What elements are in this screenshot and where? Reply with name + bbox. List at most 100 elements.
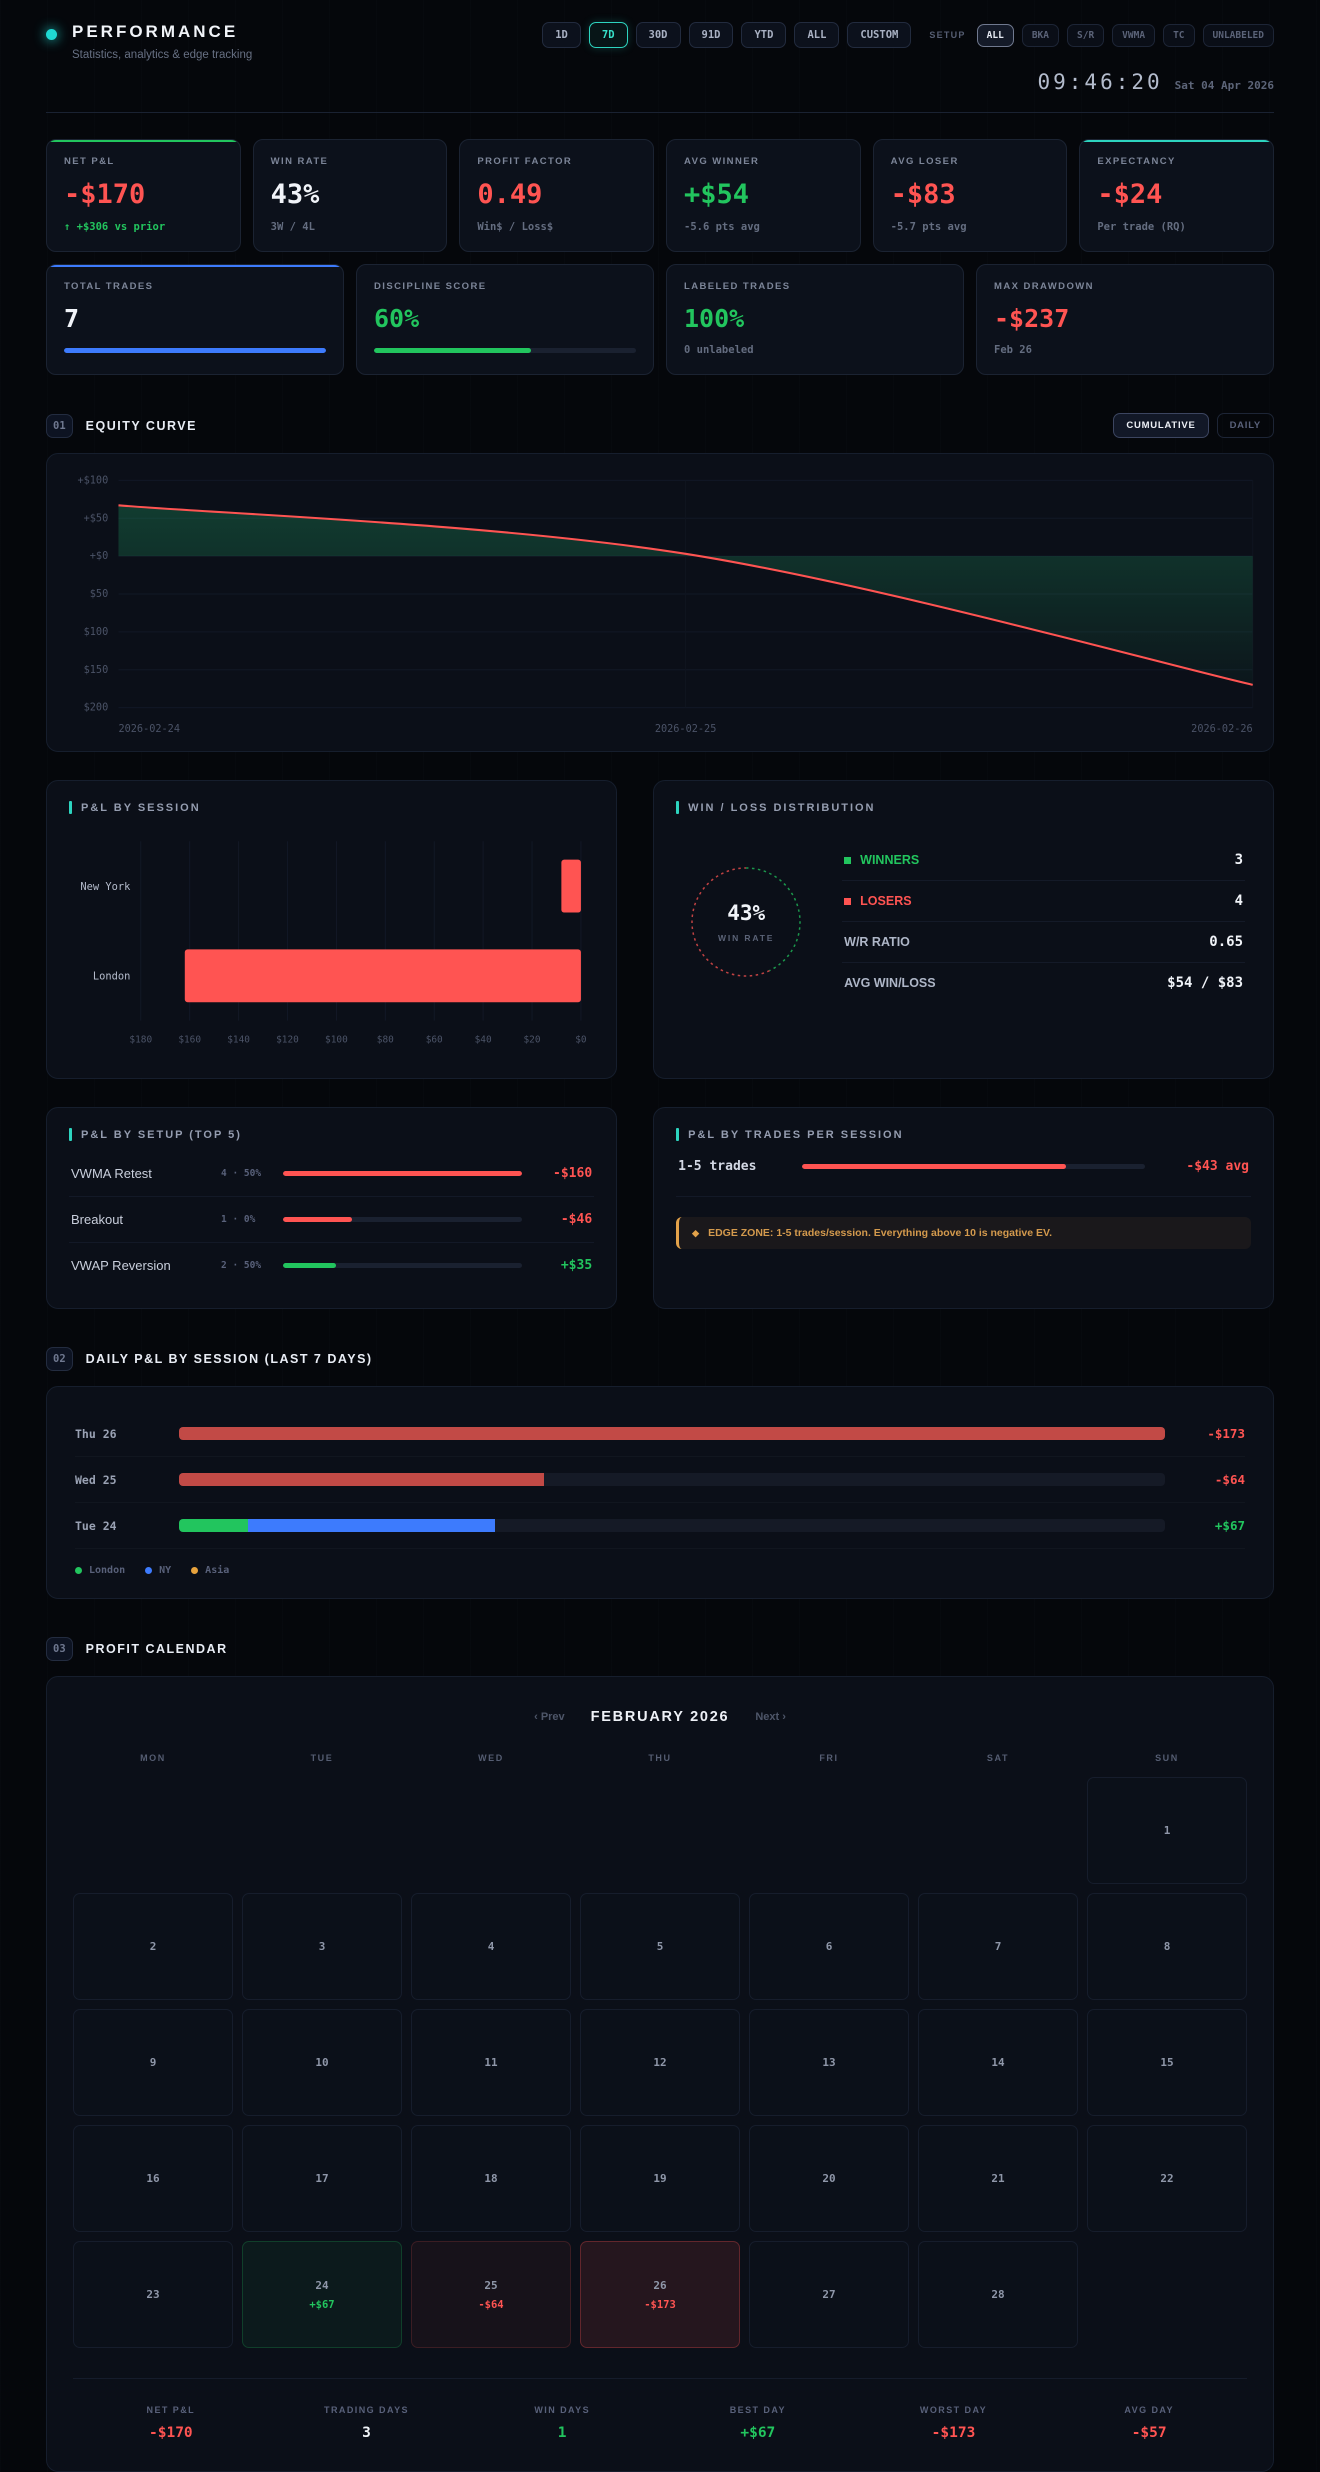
session-legend: London NY Asia [75,1549,1245,1582]
calendar-day-7[interactable]: 7 [918,1893,1078,2001]
calendar-day-27[interactable]: 27 [749,2241,909,2349]
kpi-sub: Feb 26 [994,344,1032,356]
summary-value: +$67 [740,2425,776,2442]
header-divider [46,112,1274,113]
day-number: 25 [484,2278,498,2292]
edge-zone-text: EDGE ZONE: 1-5 trades/session. Everythin… [708,1227,1052,1240]
next-month-button[interactable]: Next › [755,1711,786,1723]
calendar-day-6[interactable]: 6 [749,1893,909,2001]
kpi-value: 43% [270,179,320,210]
tps-bar [802,1164,1145,1170]
setup-meta: 2 · 50% [221,1260,262,1272]
toggle-daily-button[interactable]: DAILY [1216,413,1274,438]
kpi-label: DISCIPLINE SCORE [374,281,487,292]
calendar-day-23[interactable]: 23 [73,2241,233,2349]
calendar-day-14[interactable]: 14 [918,2009,1078,2117]
summary-label: TRADING DAYS [324,2405,409,2416]
kpi-sub: 3W / 4L [270,221,315,233]
calendar-day-9[interactable]: 9 [73,2009,233,2117]
calendar-day-15[interactable]: 15 [1087,2009,1247,2117]
calendar-month-title: FEBRUARY 2026 [590,1709,730,1726]
setup-pnl: -$46 [560,1212,593,1228]
setup-all-button[interactable]: ALL [976,23,1014,47]
equity-view-toggle: CUMULATIVE DAILY [1113,413,1274,438]
summary-value: -$173 [931,2425,976,2442]
stat-row-winners: WINNERS 3 [842,840,1245,882]
calendar-day-4[interactable]: 4 [411,1893,571,2001]
calendar-day-28[interactable]: 28 [918,2241,1078,2349]
summary-label: NET P&L [146,2405,196,2416]
setup-vwma-button[interactable]: VWMA [1112,23,1156,47]
day-pnl: -$173 [644,2298,676,2311]
weekday-label: THU [648,1753,672,1764]
svg-text:$150: $150 [84,665,109,676]
calendar-day-20[interactable]: 20 [749,2125,909,2233]
daily-label: Thu 26 [75,1426,117,1441]
setup-rows: VWMA Retest 4 · 50% -$160 Breakout 1 · 0… [69,1151,595,1288]
panel-title: P&L BY SESSION [69,801,594,815]
accent-bar-icon [69,801,72,815]
day-number: 19 [653,2172,667,2186]
kpi-row-1: NET P&L -$170 ↑ +$306 vs prior WIN RATE … [46,139,1274,252]
prev-month-button[interactable]: ‹ Prev [534,1711,565,1723]
calendar-day-12[interactable]: 12 [580,2009,740,2117]
legend-item-ny: NY [145,1565,171,1576]
weekday-label: FRI [819,1753,839,1764]
calendar-day-3[interactable]: 3 [242,1893,402,2001]
clock: 09:46:20 [1037,70,1163,94]
calendar-empty-cell [73,1777,233,1884]
toggle-cumulative-button[interactable]: CUMULATIVE [1113,413,1209,438]
range-1d-button[interactable]: 1D [542,22,581,48]
calendar-day-24[interactable]: 24 +$67 [242,2241,402,2349]
calendar-day-26[interactable]: 26 -$173 [580,2241,740,2349]
legend-square-icon [844,897,852,905]
kpi-card-avg-winner: AVG WINNER +$54 -5.6 pts avg [666,139,861,252]
calendar-day-8[interactable]: 8 [1087,1893,1247,2001]
calendar-day-11[interactable]: 11 [411,2009,571,2117]
stat-value: $54 / $83 [1167,975,1243,992]
calendar-day-21[interactable]: 21 [918,2125,1078,2233]
bar-segment-loss [179,1473,544,1487]
setup-tc-button[interactable]: TC [1163,23,1195,47]
range-91d-button[interactable]: 91D [688,22,734,48]
kpi-card-discipline-score: DISCIPLINE SCORE 60% [356,264,654,375]
setup-bka-button[interactable]: BKA [1021,23,1059,47]
day-pnl: -$64 [478,2298,504,2311]
svg-text:$40: $40 [475,1035,492,1046]
setup-s-r-button[interactable]: S/R [1067,23,1105,47]
kpi-value: -$170 [64,179,146,210]
calendar-day-25[interactable]: 25 -$64 [411,2241,571,2349]
calendar-day-5[interactable]: 5 [580,1893,740,2001]
setup-unlabeled-button[interactable]: UNLABELED [1202,23,1274,47]
bar-segment-ny [248,1519,495,1533]
kpi-label: EXPECTANCY [1097,156,1176,167]
stat-row-w-r-ratio: W/R RATIO 0.65 [842,922,1245,964]
calendar-day-18[interactable]: 18 [411,2125,571,2233]
calendar-day-10[interactable]: 10 [242,2009,402,2117]
range-custom-button[interactable]: CUSTOM [847,22,912,48]
kpi-value: -$237 [994,304,1070,333]
daily-value: -$64 [1214,1472,1245,1488]
calendar-day-1[interactable]: 1 [1087,1777,1247,1885]
calendar-day-22[interactable]: 22 [1087,2125,1247,2233]
calendar-day-17[interactable]: 17 [242,2125,402,2233]
calendar-day-13[interactable]: 13 [749,2009,909,2117]
weekday-label: WED [478,1753,504,1764]
calendar-day-19[interactable]: 19 [580,2125,740,2233]
legend-square-icon [844,856,852,864]
range-ytd-button[interactable]: YTD [741,22,787,48]
range-30d-button[interactable]: 30D [635,22,681,48]
daily-pnl-rows: Thu 26 -$173 Wed 25 -$64 Tue 24 +$67 [75,1411,1245,1550]
kpi-sub: Win$ / Loss$ [477,221,554,233]
donut-center: 43% WIN RATE [682,858,810,986]
range-7d-button[interactable]: 7D [588,22,628,48]
section-number-badge: 02 [46,1347,73,1372]
calendar-day-16[interactable]: 16 [73,2125,233,2233]
section-header-calendar: 03 PROFIT CALENDAR [46,1637,1274,1662]
page-title: PERFORMANCE [72,22,239,41]
equity-curve-panel: +$100 +$50 +$0 $50 $100 $150 $200 2026-02-24 20… [46,453,1274,753]
svg-text:2026-02-26: 2026-02-26 [1191,724,1253,735]
range-all-button[interactable]: ALL [794,22,840,48]
svg-text:2026-02-25: 2026-02-25 [655,724,717,735]
calendar-day-2[interactable]: 2 [73,1893,233,2001]
